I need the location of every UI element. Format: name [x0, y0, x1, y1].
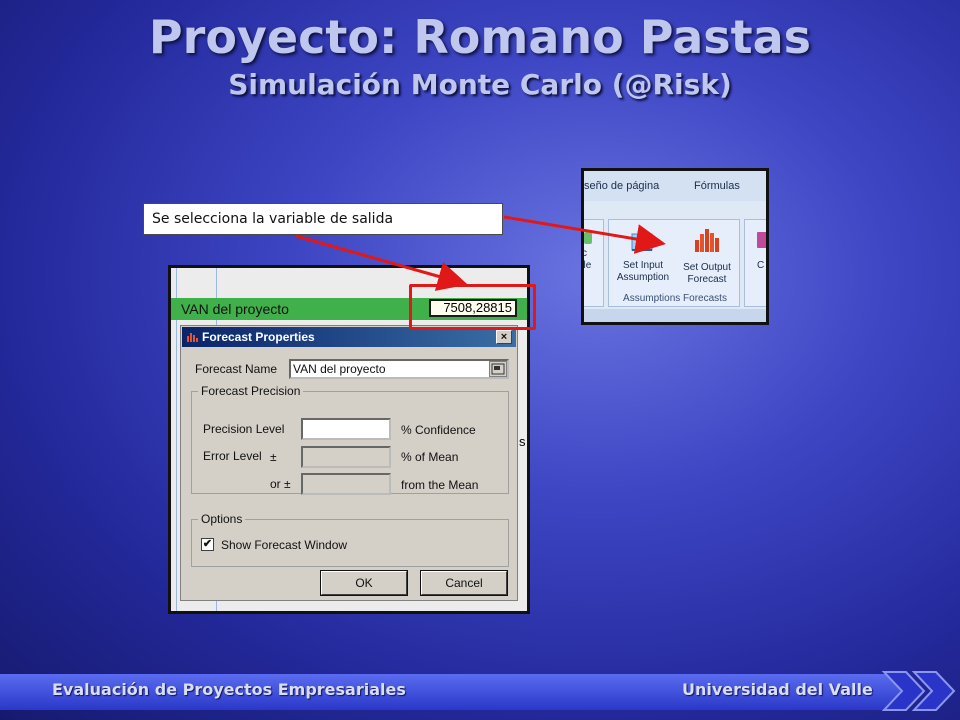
footer-left-text: Evaluación de Proyectos Empresariales	[52, 680, 406, 699]
arrows-overlay	[295, 215, 666, 291]
chevron-right-icon	[881, 671, 956, 711]
footer: Evaluación de Proyectos Empresariales Un…	[0, 668, 960, 714]
arrow-to-ribbon	[503, 215, 666, 254]
arrow-to-cell	[295, 234, 468, 291]
footer-right-text: Universidad del Valle	[682, 680, 873, 699]
